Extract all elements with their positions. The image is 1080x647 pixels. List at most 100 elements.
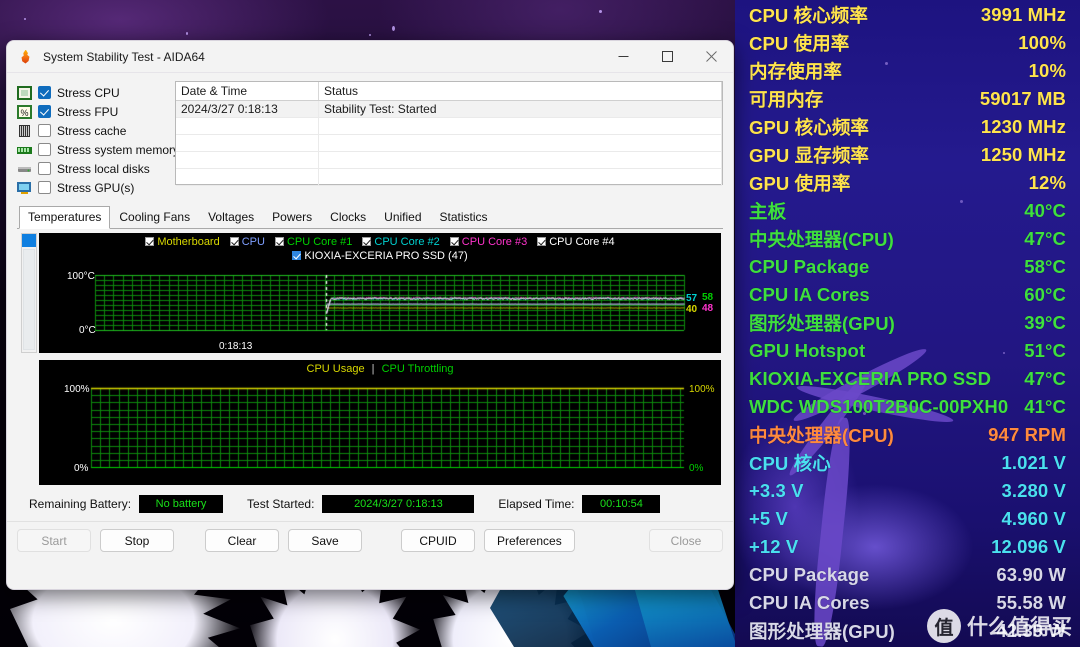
- osd-row: CPU 核心 1.021 V: [735, 449, 1080, 477]
- svg-text:%: %: [20, 108, 28, 118]
- temp-end-label-48: 48: [702, 303, 714, 314]
- stress-checkbox[interactable]: [38, 162, 51, 175]
- cache-icon: [17, 124, 32, 138]
- wallpaper-star: [24, 18, 26, 20]
- osd-row-value: 47°C: [1024, 228, 1066, 249]
- action-button-bar: Start Stop Clear Save CPUID Preferences Close: [7, 521, 733, 560]
- usage-axis-right-100: 100%: [689, 384, 715, 395]
- tab-powers[interactable]: Powers: [263, 206, 321, 229]
- osd-row: 可用内存 59017 MB: [735, 85, 1080, 113]
- fpu-percent-icon: %: [17, 104, 32, 119]
- osd-row-value: 63.90 W: [996, 564, 1066, 585]
- osd-row-label: 内存使用率: [749, 61, 843, 82]
- stress-option-row[interactable]: Stress GPU(s): [17, 178, 167, 197]
- osd-row: WDC WDS100T2B0C-00PXH0 41°C: [735, 393, 1080, 421]
- close-button: Close: [649, 529, 723, 552]
- aida64-stability-test-window: System Stability Test - AIDA64 Stress CP…: [6, 40, 734, 590]
- osd-row-value: 10%: [1028, 60, 1066, 81]
- stop-button[interactable]: Stop: [100, 529, 174, 552]
- stress-option-row[interactable]: Stress CPU: [17, 83, 167, 102]
- log-cell-status: Stability Test: Started: [319, 101, 722, 117]
- osd-row-label: +12 V: [749, 536, 799, 557]
- started-label: Test Started:: [247, 497, 315, 511]
- elapsed-label: Elapsed Time:: [498, 497, 575, 511]
- stress-option-label: Stress FPU: [57, 104, 119, 119]
- osd-row: GPU 显存频率 1250 MHz: [735, 141, 1080, 169]
- osd-row-label: +3.3 V: [749, 480, 804, 501]
- osd-row-label: CPU 核心: [749, 453, 831, 474]
- preferences-button[interactable]: Preferences: [484, 529, 575, 552]
- stress-option-row[interactable]: Stress cache: [17, 121, 167, 140]
- wallpaper-star: [392, 26, 395, 31]
- osd-row: 主板 40°C: [735, 197, 1080, 225]
- stress-checkbox[interactable]: [38, 86, 51, 99]
- scrollbar-thumb[interactable]: [22, 234, 36, 247]
- graph-vertical-scrollbar[interactable]: [21, 233, 37, 353]
- stress-checkbox[interactable]: [38, 124, 51, 137]
- flame-icon: [18, 49, 34, 65]
- table-row[interactable]: [176, 152, 722, 169]
- osd-row-value: 59017 MB: [979, 88, 1066, 109]
- tab-temperatures[interactable]: Temperatures: [19, 206, 111, 229]
- osd-row-label: CPU Package: [749, 256, 870, 277]
- osd-row-label: KIOXIA-EXCERIA PRO SSD: [749, 368, 992, 389]
- stress-option-label: Stress CPU: [57, 85, 120, 100]
- osd-row: CPU Package 58°C: [735, 253, 1080, 281]
- cpu-chip-icon: [17, 85, 32, 100]
- watermark-logo: 值: [927, 609, 961, 643]
- log-cell-status: [319, 152, 722, 168]
- close-icon[interactable]: [689, 41, 733, 73]
- osd-row-value: 1.021 V: [1001, 452, 1066, 473]
- osd-row-value: 3991 MHz: [980, 4, 1066, 25]
- osd-row-label: CPU IA Cores: [749, 284, 870, 305]
- stress-option-label: Stress GPU(s): [57, 180, 135, 195]
- cpuid-button[interactable]: CPUID: [401, 529, 475, 552]
- table-row[interactable]: [176, 118, 722, 135]
- stress-checkbox[interactable]: [38, 105, 51, 118]
- gpu-monitor-icon: [17, 181, 32, 195]
- table-row[interactable]: 2024/3/27 0:18:13 Stability Test: Started: [176, 101, 722, 118]
- minimize-icon[interactable]: [601, 41, 645, 73]
- osd-row-label: 图形处理器(GPU): [749, 313, 895, 334]
- stress-option-row[interactable]: Stress local disks: [17, 159, 167, 178]
- table-row[interactable]: [176, 169, 722, 186]
- tab-unified[interactable]: Unified: [375, 206, 430, 229]
- tab-clocks[interactable]: Clocks: [321, 206, 375, 229]
- osd-row-value: 60°C: [1024, 284, 1066, 305]
- stress-checkbox[interactable]: [38, 143, 51, 156]
- stress-option-label: Stress local disks: [57, 161, 150, 176]
- osd-row-label: GPU 使用率: [749, 173, 851, 194]
- usage-axis-left-0: 0%: [74, 463, 89, 474]
- tab-statistics[interactable]: Statistics: [431, 206, 497, 229]
- log-table-header: Date & Time Status: [176, 82, 722, 101]
- osd-row-value: 12.096 V: [991, 536, 1066, 557]
- osd-row: CPU 使用率 100%: [735, 29, 1080, 57]
- save-button[interactable]: Save: [288, 529, 362, 552]
- window-title: System Stability Test - AIDA64: [43, 49, 205, 64]
- osd-row: 中央处理器(CPU) 47°C: [735, 225, 1080, 253]
- clear-button[interactable]: Clear: [205, 529, 279, 552]
- osd-row-value: 947 RPM: [988, 424, 1066, 445]
- osd-row-label: +5 V: [749, 508, 788, 529]
- started-value: 2024/3/27 0:18:13: [322, 495, 475, 513]
- watermark: 值 什么值得买: [927, 609, 1072, 643]
- window-titlebar[interactable]: System Stability Test - AIDA64: [7, 41, 733, 73]
- stress-option-row[interactable]: Stress system memory: [17, 140, 179, 159]
- status-strip: Remaining Battery: No battery Test Start…: [17, 485, 723, 521]
- temp-axis-100c: 100°C: [67, 271, 95, 282]
- sensor-osd-panel: CPU 核心频率 3991 MHz CPU 使用率 100% 内存使用率 10% 可用内存 5…: [735, 0, 1080, 647]
- osd-row: 中央处理器(CPU) 947 RPM: [735, 421, 1080, 449]
- stress-option-row[interactable]: % Stress FPU: [17, 102, 167, 121]
- log-cell-status: [319, 118, 722, 134]
- osd-row-label: GPU Hotspot: [749, 340, 866, 361]
- status-log-table[interactable]: Date & Time Status 2024/3/27 0:18:13 Stab…: [175, 81, 723, 186]
- osd-row-label: CPU IA Cores: [749, 592, 870, 613]
- tab-cooling-fans[interactable]: Cooling Fans: [110, 206, 199, 229]
- stress-checkbox[interactable]: [38, 181, 51, 194]
- osd-row-value: 39°C: [1024, 312, 1066, 333]
- table-row[interactable]: [176, 135, 722, 152]
- scrollbar-track[interactable]: [23, 249, 35, 350]
- log-cell-datetime: [176, 152, 319, 168]
- tab-voltages[interactable]: Voltages: [199, 206, 263, 229]
- maximize-icon[interactable]: [645, 41, 689, 73]
